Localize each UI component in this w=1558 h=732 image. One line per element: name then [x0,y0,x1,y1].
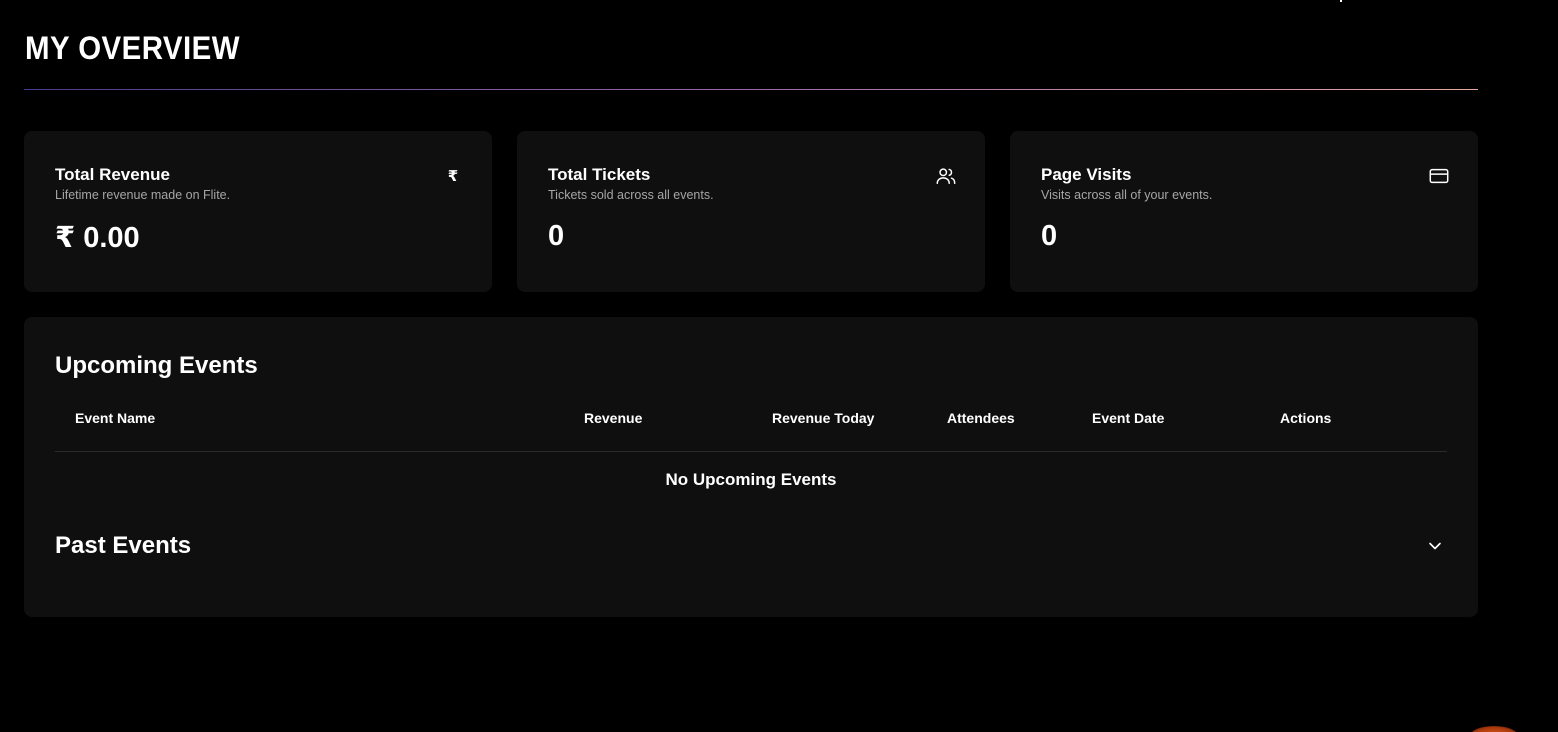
column-header-event-date[interactable]: Event Date [1092,410,1164,426]
stat-card-subtitle: Lifetime revenue made on Flite. [55,188,231,202]
credit-card-icon [1428,165,1450,187]
upcoming-events-heading: Upcoming Events [55,352,258,379]
stat-card-title: Page Visits [1041,165,1132,184]
page-title: MY OVERVIEW [25,30,241,66]
top-edge-bar-icon[interactable] [1340,0,1342,2]
column-header-actions: Actions [1280,410,1332,426]
stat-card-title: Total Tickets [548,165,651,184]
users-icon [935,165,957,187]
title-divider [24,89,1478,90]
stat-card-subtitle: Tickets sold across all events. [548,188,714,202]
stat-card-total-revenue: Total Revenue Lifetime revenue made on F… [24,131,492,292]
stat-card-title: Total Revenue [55,165,170,184]
stat-card-subtitle: Visits across all of your events. [1041,188,1213,202]
top-edge-controls [1340,0,1376,4]
rupee-icon: ₹ [447,168,459,185]
column-header-attendees[interactable]: Attendees [947,410,1015,426]
column-header-revenue[interactable]: Revenue [584,410,642,426]
events-table-header: Event Name Revenue Revenue Today Attende… [55,399,1447,452]
stat-card-total-tickets: Total Tickets Tickets sold across all ev… [517,131,985,292]
stat-card-page-visits: Page Visits Visits across all of your ev… [1010,131,1478,292]
empty-state-message: No Upcoming Events [665,470,837,489]
stat-card-value: 0 [1041,220,1058,252]
floating-action-glow[interactable] [1470,726,1518,732]
column-header-event-name[interactable]: Event Name [75,410,155,426]
past-events-heading[interactable]: Past Events [55,532,191,560]
events-panel: Upcoming Events Event Name Revenue Reven… [24,317,1478,617]
chevron-down-icon[interactable] [1428,539,1442,553]
stat-card-value: ₹ 0.00 [55,222,140,254]
overview-page: MY OVERVIEW Total Revenue Lifetime reven… [0,0,1558,732]
stat-card-value: 0 [548,220,565,252]
column-header-revenue-today[interactable]: Revenue Today [772,410,874,426]
